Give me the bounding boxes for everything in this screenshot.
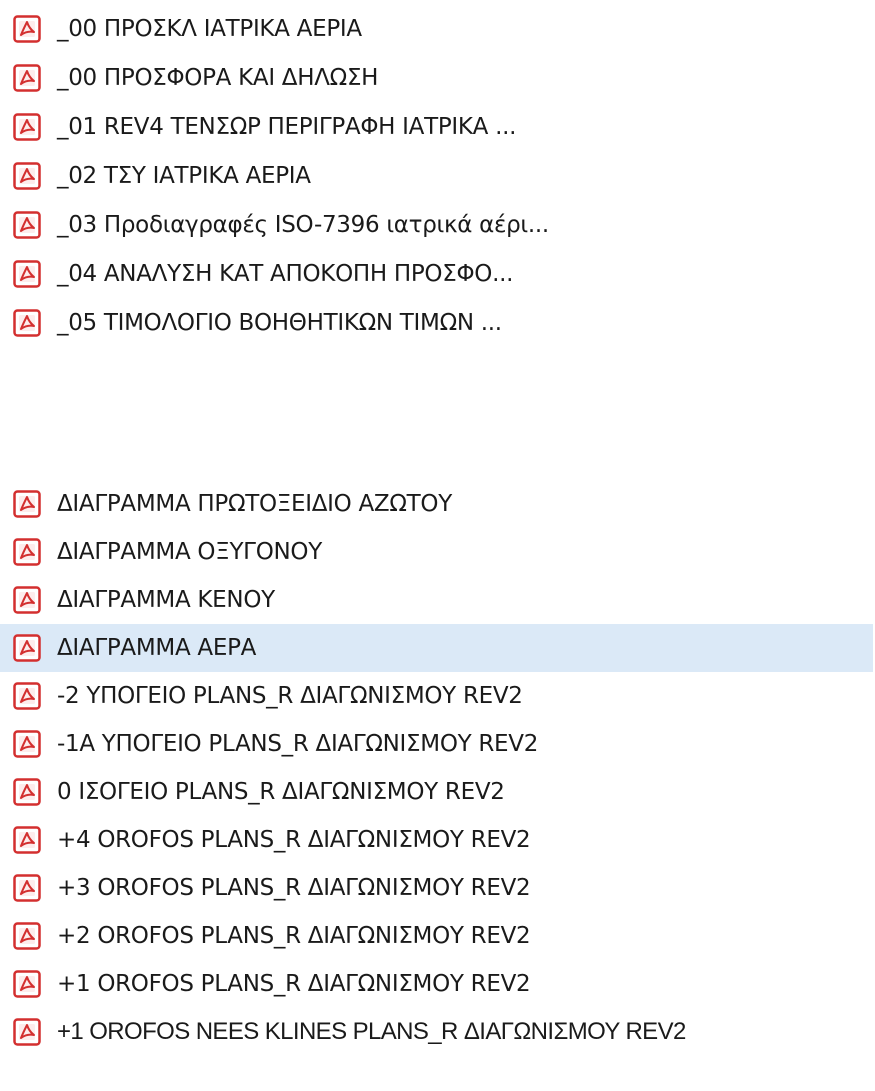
pdf-file-icon	[13, 64, 41, 92]
pdf-file-icon	[13, 309, 41, 337]
file-name-label: +3 OROFOS PLANS_R ΔΙΑΓΩΝΙΣΜΟΥ REV2	[57, 875, 531, 901]
pdf-file-icon	[13, 730, 41, 758]
file-name-label: +1 OROFOS NEES KLINES PLANS_R ΔΙΑΓΩΝΙΣΜΟ…	[57, 1018, 686, 1045]
file-list: _00 ΠΡΟΣΚΛ ΙΑΤΡΙΚΑ ΑΕΡΙΑ _00 ΠΡΟΣΦΟΡΑ ΚΑ…	[0, 0, 875, 1091]
file-name-label: -2 ΥΠΟΓΕΙΟ PLANS_R ΔΙΑΓΩΝΙΣΜΟΥ REV2	[57, 683, 523, 709]
file-name-label: ΔΙΑΓΡΑΜΜΑ ΠΡΩΤΟΞΕΙΔΙΟ ΑΖΩΤΟΥ	[57, 491, 452, 517]
pdf-file-icon	[13, 538, 41, 566]
pdf-file-icon	[13, 1018, 41, 1046]
pdf-file-icon	[13, 970, 41, 998]
file-name-label: ΔΙΑΓΡΑΜΜΑ ΑΕΡΑ	[57, 635, 257, 661]
file-name-label: -1Α ΥΠΟΓΕΙΟ PLANS_R ΔΙΑΓΩΝΙΣΜΟΥ REV2	[57, 731, 539, 757]
pdf-file-icon	[13, 826, 41, 854]
file-name-label: _05 ΤΙΜΟΛΟΓΙΟ ΒΟΗΘΗΤΙΚΩΝ ΤΙΜΩΝ ...	[57, 310, 502, 336]
file-name-label: _00 ΠΡΟΣΦΟΡΑ ΚΑΙ ΔΗΛΩΣΗ	[57, 65, 379, 91]
file-item-plus2-orofos[interactable]: +2 OROFOS PLANS_R ΔΙΑΓΩΝΙΣΜΟΥ REV2	[0, 912, 875, 960]
file-item-plus1-orofos[interactable]: +1 OROFOS PLANS_R ΔΙΑΓΩΝΙΣΜΟΥ REV2	[0, 960, 875, 1008]
pdf-file-icon	[13, 15, 41, 43]
pdf-file-icon	[13, 260, 41, 288]
file-item-diagramma-aera[interactable]: ΔΙΑΓΡΑΜΜΑ ΑΕΡΑ	[0, 624, 873, 672]
pdf-file-icon	[13, 586, 41, 614]
file-item-03-iso[interactable]: _03 Προδιαγραφές ISO-7396 ιατρικά αέρι..…	[0, 201, 875, 249]
file-item-05-timologio[interactable]: _05 ΤΙΜΟΛΟΓΙΟ ΒΟΗΘΗΤΙΚΩΝ ΤΙΜΩΝ ...	[0, 299, 875, 347]
file-name-label: ΔΙΑΓΡΑΜΜΑ ΚΕΝΟΥ	[57, 587, 275, 613]
pdf-file-icon	[13, 634, 41, 662]
file-name-label: ΔΙΑΓΡΑΜΜΑ ΟΞΥΓΟΝΟΥ	[57, 539, 322, 565]
pdf-file-icon	[13, 922, 41, 950]
file-item-00-proskl[interactable]: _00 ΠΡΟΣΚΛ ΙΑΤΡΙΚΑ ΑΕΡΙΑ	[0, 5, 875, 53]
file-item-diagramma-protoxeidio[interactable]: ΔΙΑΓΡΑΜΜΑ ΠΡΩΤΟΞΕΙΔΙΟ ΑΖΩΤΟΥ	[0, 480, 875, 528]
file-name-label: 0 ΙΣΟΓΕΙΟ PLANS_R ΔΙΑΓΩΝΙΣΜΟΥ REV2	[57, 779, 505, 805]
file-item-0-isogeio[interactable]: 0 ΙΣΟΓΕΙΟ PLANS_R ΔΙΑΓΩΝΙΣΜΟΥ REV2	[0, 768, 875, 816]
file-item-plus4-orofos[interactable]: +4 OROFOS PLANS_R ΔΙΑΓΩΝΙΣΜΟΥ REV2	[0, 816, 875, 864]
file-name-label: _00 ΠΡΟΣΚΛ ΙΑΤΡΙΚΑ ΑΕΡΙΑ	[57, 16, 362, 42]
file-item-minus2-ypogeio[interactable]: -2 ΥΠΟΓΕΙΟ PLANS_R ΔΙΑΓΩΝΙΣΜΟΥ REV2	[0, 672, 875, 720]
file-name-label: +4 OROFOS PLANS_R ΔΙΑΓΩΝΙΣΜΟΥ REV2	[57, 827, 531, 853]
pdf-file-icon	[13, 490, 41, 518]
file-name-label: _03 Προδιαγραφές ISO-7396 ιατρικά αέρι..…	[57, 212, 549, 238]
file-name-label: _01 REV4 ΤΕΝΣΩΡ ΠΕΡΙΓΡΑΦΗ ΙΑΤΡΙΚΑ ...	[57, 114, 517, 140]
pdf-file-icon	[13, 113, 41, 141]
pdf-file-icon	[13, 211, 41, 239]
pdf-file-icon	[13, 874, 41, 902]
file-name-label: +1 OROFOS PLANS_R ΔΙΑΓΩΝΙΣΜΟΥ REV2	[57, 971, 531, 997]
file-item-diagramma-kenou[interactable]: ΔΙΑΓΡΑΜΜΑ ΚΕΝΟΥ	[0, 576, 875, 624]
file-name-label: _04 ΑΝΑΛΥΣΗ ΚΑΤ ΑΠΟΚΟΠΗ ΠΡΟΣΦΟ...	[57, 261, 514, 287]
file-item-04-analysi[interactable]: _04 ΑΝΑΛΥΣΗ ΚΑΤ ΑΠΟΚΟΠΗ ΠΡΟΣΦΟ...	[0, 250, 875, 298]
file-item-plus1-orofos-nees-klines[interactable]: +1 OROFOS NEES KLINES PLANS_R ΔΙΑΓΩΝΙΣΜΟ…	[0, 1008, 875, 1056]
file-item-minus1a-ypogeio[interactable]: -1Α ΥΠΟΓΕΙΟ PLANS_R ΔΙΑΓΩΝΙΣΜΟΥ REV2	[0, 720, 875, 768]
file-name-label: _02 ΤΣΥ ΙΑΤΡΙΚΑ ΑΕΡΙΑ	[57, 163, 311, 189]
file-item-00-prosfora[interactable]: _00 ΠΡΟΣΦΟΡΑ ΚΑΙ ΔΗΛΩΣΗ	[0, 54, 875, 102]
file-item-diagramma-oxygonou[interactable]: ΔΙΑΓΡΑΜΜΑ ΟΞΥΓΟΝΟΥ	[0, 528, 875, 576]
file-item-01-rev4[interactable]: _01 REV4 ΤΕΝΣΩΡ ΠΕΡΙΓΡΑΦΗ ΙΑΤΡΙΚΑ ...	[0, 103, 875, 151]
pdf-file-icon	[13, 682, 41, 710]
pdf-file-icon	[13, 162, 41, 190]
file-name-label: +2 OROFOS PLANS_R ΔΙΑΓΩΝΙΣΜΟΥ REV2	[57, 923, 531, 949]
file-item-plus3-orofos[interactable]: +3 OROFOS PLANS_R ΔΙΑΓΩΝΙΣΜΟΥ REV2	[0, 864, 875, 912]
pdf-file-icon	[13, 778, 41, 806]
file-item-02-tsy[interactable]: _02 ΤΣΥ ΙΑΤΡΙΚΑ ΑΕΡΙΑ	[0, 152, 875, 200]
